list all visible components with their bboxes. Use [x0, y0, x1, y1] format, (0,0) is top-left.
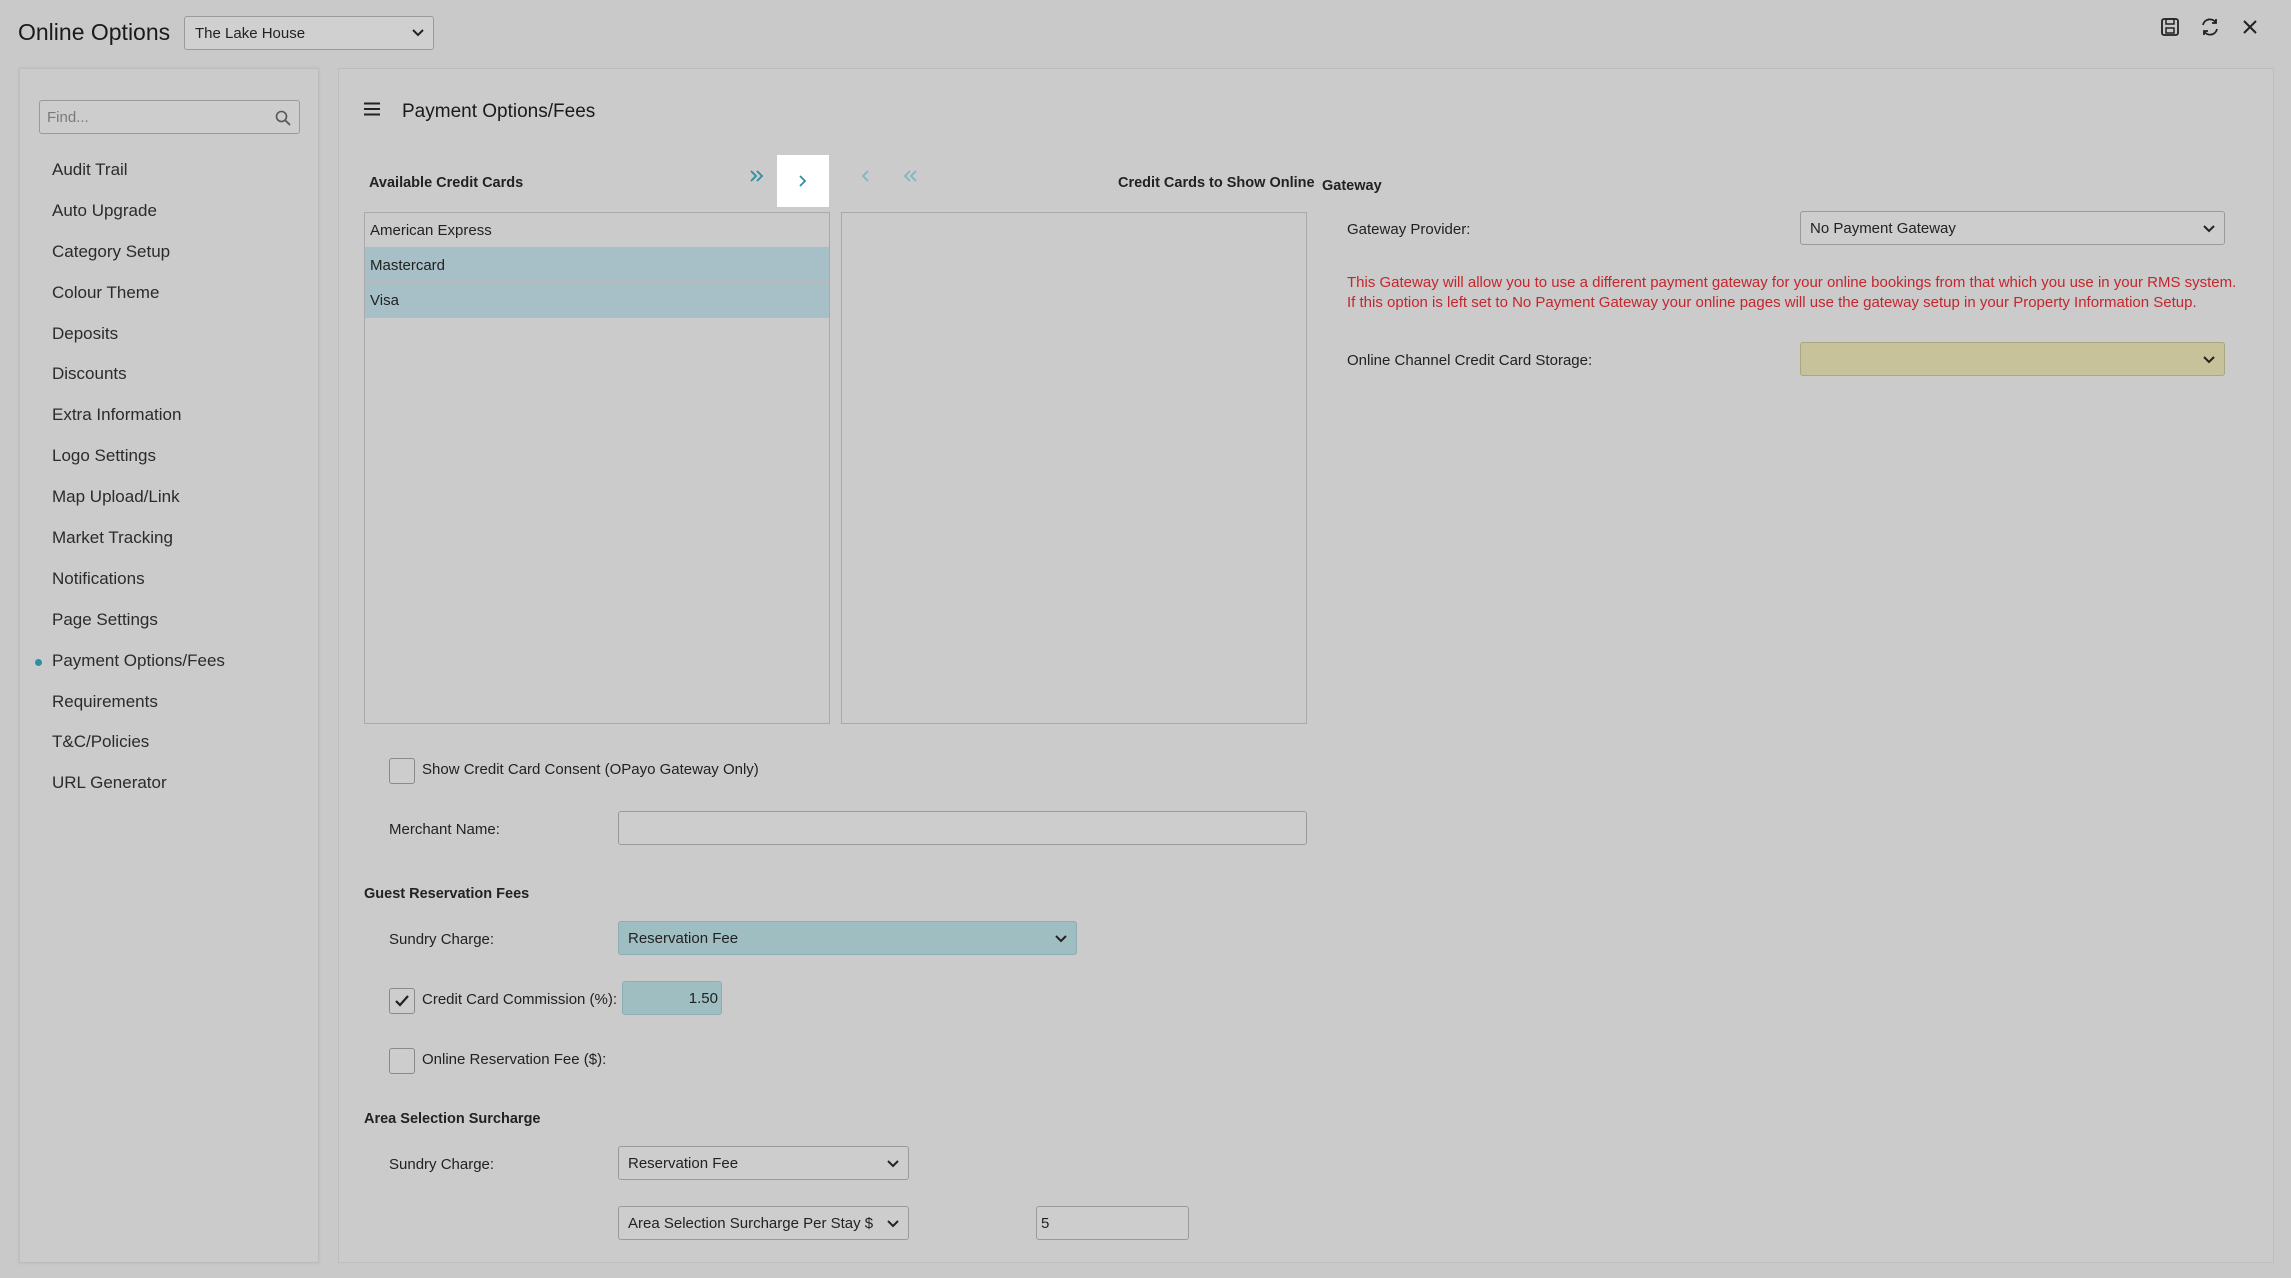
- cc-commission-checkbox[interactable]: [389, 988, 415, 1014]
- guest-sundry-label: Sundry Charge:: [389, 931, 495, 948]
- cc-commission-label: Credit Card Commission (%):: [422, 991, 618, 1008]
- sidebar: Audit Trail Auto Upgrade Category Setup …: [19, 68, 319, 1263]
- chevron-down-icon: [2202, 351, 2216, 373]
- cc-storage-select[interactable]: [1800, 342, 2225, 376]
- cc-commission-input[interactable]: 1.50: [622, 981, 722, 1015]
- guest-fees-heading: Guest Reservation Fees: [364, 886, 530, 902]
- list-item[interactable]: Mastercard: [365, 248, 829, 283]
- chevron-down-icon: [411, 23, 425, 47]
- area-surcharge-type-value: Area Selection Surcharge Per Stay $: [628, 1215, 874, 1232]
- main-panel: Payment Options/Fees Available Credit Ca…: [338, 68, 2274, 1263]
- sidebar-item-colour-theme[interactable]: Colour Theme: [20, 273, 318, 314]
- sidebar-item-page-settings[interactable]: Page Settings: [20, 600, 318, 641]
- online-fee-label: Online Reservation Fee ($):: [422, 1051, 607, 1068]
- double-chevron-right-icon: [750, 170, 764, 182]
- refresh-icon[interactable]: [2197, 14, 2223, 40]
- sidebar-item-notifications[interactable]: Notifications: [20, 559, 318, 600]
- area-sundry-select[interactable]: Reservation Fee: [618, 1146, 909, 1180]
- move-all-left-button[interactable]: [892, 158, 928, 194]
- list-item[interactable]: Visa: [365, 283, 829, 318]
- active-indicator-icon: [35, 658, 42, 666]
- guest-sundry-select[interactable]: Reservation Fee: [618, 921, 1077, 955]
- list-item[interactable]: American Express: [365, 213, 829, 248]
- search-box[interactable]: [39, 100, 300, 134]
- available-cards-list[interactable]: American Express Mastercard Visa: [364, 212, 830, 724]
- sidebar-item-url-generator[interactable]: URL Generator: [20, 763, 318, 804]
- area-surcharge-amount-field[interactable]: 5: [1036, 1206, 1189, 1240]
- sidebar-item-category-setup[interactable]: Category Setup: [20, 232, 318, 273]
- chevron-down-icon: [1054, 930, 1068, 952]
- sidebar-item-payment-options-fees[interactable]: Payment Options/Fees: [20, 641, 318, 682]
- available-cards-label: Available Credit Cards: [369, 175, 524, 191]
- sidebar-item-audit-trail[interactable]: Audit Trail: [20, 150, 318, 191]
- property-select-value: The Lake House: [195, 25, 306, 42]
- show-online-cards-list[interactable]: [841, 212, 1307, 724]
- sidebar-nav: Audit Trail Auto Upgrade Category Setup …: [20, 150, 318, 804]
- chevron-down-icon: [886, 1215, 900, 1237]
- gateway-heading: Gateway: [1322, 178, 1382, 194]
- area-sundry-label: Sundry Charge:: [389, 1156, 495, 1173]
- page-title: Payment Options/Fees: [402, 101, 596, 122]
- chevron-down-icon: [2202, 220, 2216, 242]
- title-bar: Online Options The Lake House: [0, 0, 2291, 66]
- consent-label: Show Credit Card Consent (OPayo Gateway …: [422, 761, 759, 778]
- online-fee-checkbox[interactable]: [389, 1048, 415, 1074]
- save-icon[interactable]: [2157, 14, 2183, 40]
- gateway-provider-label: Gateway Provider:: [1347, 221, 1471, 238]
- sidebar-item-map-upload-link[interactable]: Map Upload/Link: [20, 477, 318, 518]
- area-surcharge-heading: Area Selection Surcharge: [364, 1111, 541, 1127]
- sidebar-item-market-tracking[interactable]: Market Tracking: [20, 518, 318, 559]
- double-chevron-left-icon: [903, 170, 917, 182]
- chevron-left-icon: [861, 170, 869, 182]
- area-surcharge-type-select[interactable]: Area Selection Surcharge Per Stay $: [618, 1206, 909, 1240]
- close-icon[interactable]: [2237, 14, 2263, 40]
- cc-storage-label: Online Channel Credit Card Storage:: [1347, 352, 1593, 369]
- gateway-provider-select[interactable]: No Payment Gateway: [1800, 211, 2225, 245]
- merchant-name-field[interactable]: [618, 811, 1307, 845]
- consent-checkbox[interactable]: [389, 758, 415, 784]
- sidebar-item-extra-information[interactable]: Extra Information: [20, 395, 318, 436]
- property-select[interactable]: The Lake House: [184, 16, 434, 50]
- area-sundry-value: Reservation Fee: [628, 1155, 739, 1172]
- move-right-button[interactable]: [777, 155, 829, 207]
- sidebar-item-tc-policies[interactable]: T&C/Policies: [20, 722, 318, 763]
- sidebar-item-logo-settings[interactable]: Logo Settings: [20, 436, 318, 477]
- chevron-right-icon: [799, 175, 807, 187]
- guest-sundry-value: Reservation Fee: [628, 930, 739, 947]
- search-input[interactable]: [40, 101, 260, 133]
- move-left-button[interactable]: [847, 158, 883, 194]
- sidebar-item-auto-upgrade[interactable]: Auto Upgrade: [20, 191, 318, 232]
- search-icon[interactable]: [275, 110, 291, 131]
- move-all-right-button[interactable]: [739, 158, 775, 194]
- sidebar-item-requirements[interactable]: Requirements: [20, 682, 318, 723]
- show-online-label: Credit Cards to Show Online: [1118, 175, 1315, 191]
- hamburger-menu-icon[interactable]: [364, 102, 380, 121]
- sidebar-item-discounts[interactable]: Discounts: [20, 354, 318, 395]
- sidebar-item-deposits[interactable]: Deposits: [20, 314, 318, 355]
- window-actions: [2157, 14, 2263, 40]
- merchant-name-label: Merchant Name:: [389, 821, 500, 838]
- app-title: Online Options: [18, 19, 171, 45]
- gateway-warning-text: This Gateway will allow you to use a dif…: [1347, 274, 2237, 311]
- gateway-provider-value: No Payment Gateway: [1810, 220, 1956, 237]
- chevron-down-icon: [886, 1155, 900, 1177]
- checkmark-icon: [395, 995, 409, 1007]
